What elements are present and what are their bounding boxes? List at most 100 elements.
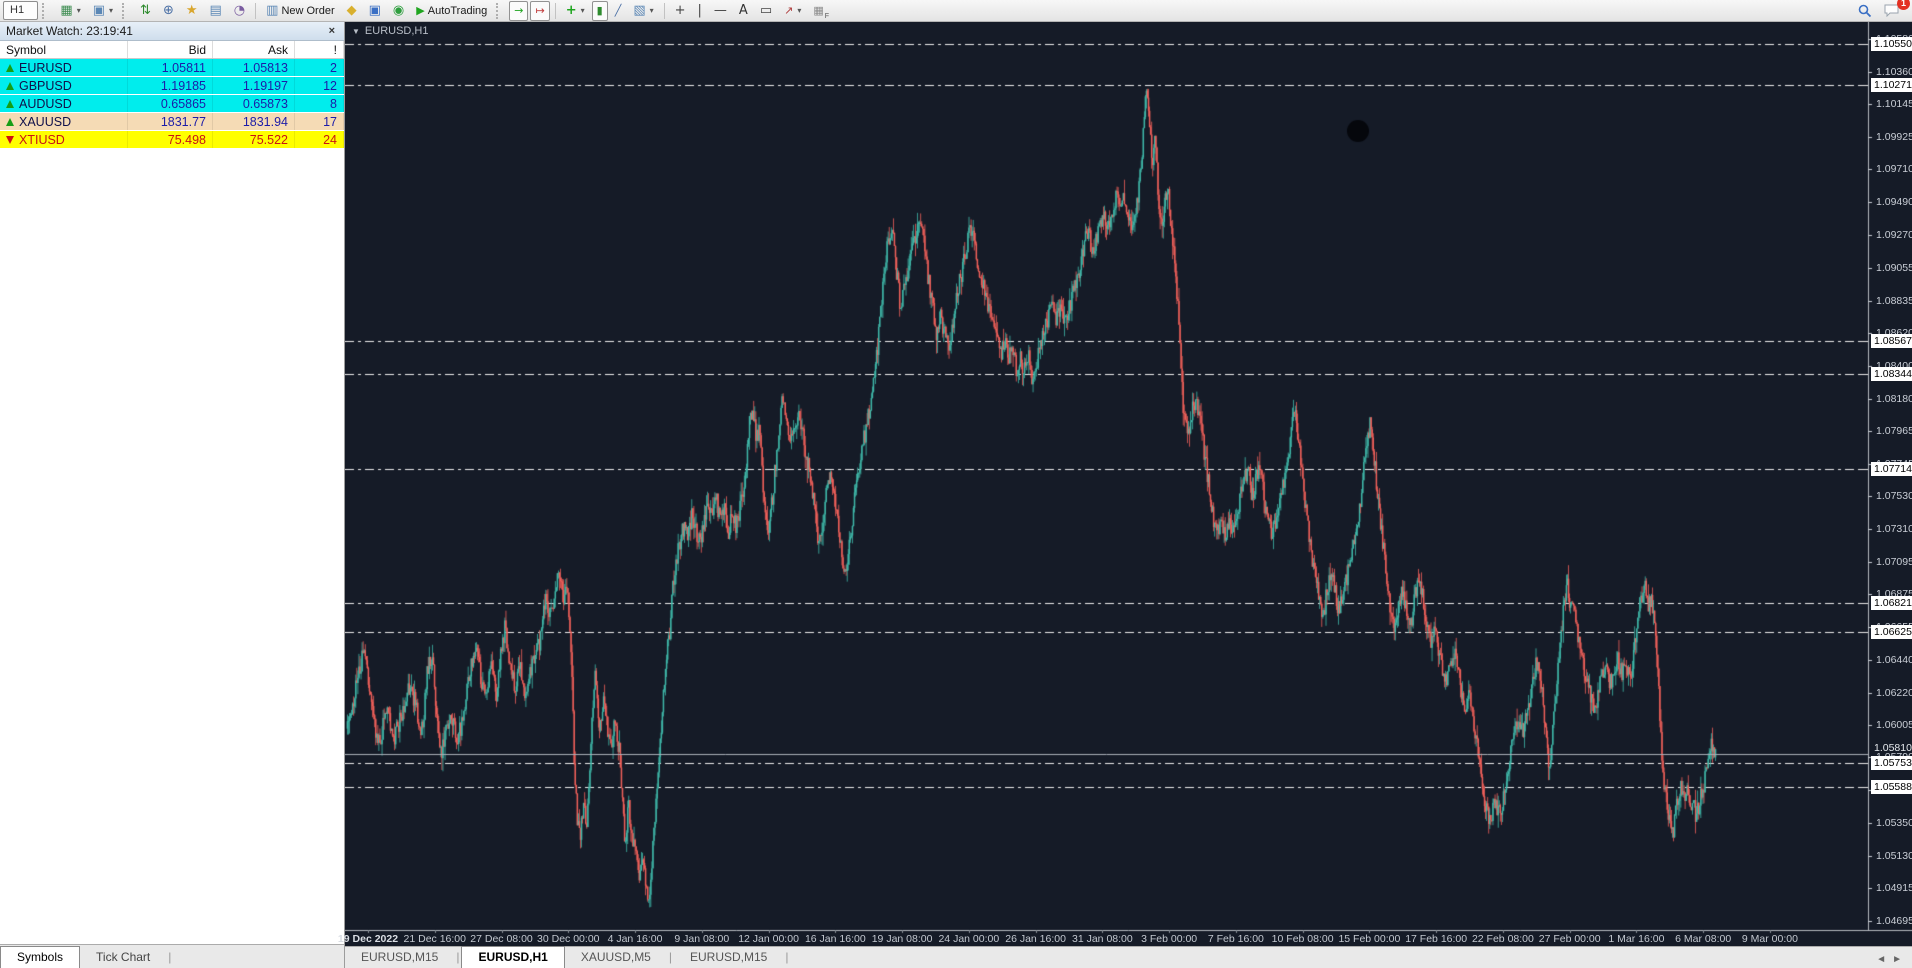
- text-tool-button[interactable]: A: [734, 1, 753, 21]
- market-watch-toggle-button[interactable]: ⇅: [135, 1, 156, 21]
- tab-separator: |: [668, 950, 672, 964]
- navigator-button[interactable]: ★: [181, 1, 203, 21]
- time-tick-label: 7 Feb 16:00: [1207, 933, 1264, 945]
- vps-monitor-icon: ▣: [368, 2, 381, 18]
- new-chart-button[interactable]: ▦ ▾: [55, 1, 85, 21]
- auto-scroll-icon: →: [514, 3, 524, 17]
- notifications-button[interactable]: 1: [1879, 0, 1910, 21]
- price-level-badge: 1.05588: [1871, 780, 1912, 795]
- rectangle-icon: ▭: [759, 2, 773, 18]
- autotrading-button[interactable]: ▶ AutoTrading: [411, 1, 492, 21]
- panel-tab-tick-chart[interactable]: Tick Chart: [80, 947, 166, 968]
- time-tick-label: 15 Feb 00:00: [1338, 933, 1401, 945]
- chart-tab-xauusd-m5[interactable]: XAUUSD,M5: [565, 947, 667, 968]
- time-tick-label: 12 Jan 00:00: [738, 933, 799, 945]
- strategy-tester-icon: ◔: [233, 2, 246, 18]
- new-chart-icon: ▦: [60, 2, 73, 18]
- terminal-button[interactable]: ▤: [205, 1, 227, 21]
- horizontal-line-button[interactable]: —: [709, 1, 732, 21]
- tab-scroll-next-icon[interactable]: ►: [1892, 954, 1902, 965]
- price-tick-label: 1.08835: [1876, 294, 1912, 307]
- time-tick-label: 27 Feb 00:00: [1538, 933, 1601, 945]
- chevron-down-icon: ▾: [109, 6, 114, 15]
- toolbar-grip[interactable]: [496, 2, 505, 19]
- price-chart-canvas[interactable]: [345, 22, 1912, 946]
- market-watch-header: Symbol Bid Ask!: [0, 41, 344, 59]
- news-signal-icon: ◉: [392, 2, 405, 18]
- time-tick-label: 19 Dec 2022: [337, 933, 399, 945]
- arrows-tool-button[interactable]: ↗ ▾: [779, 1, 806, 21]
- chart-symbol-label[interactable]: ▼ EURUSD,H1: [352, 25, 429, 37]
- arrows-tool-icon: ↗: [784, 3, 794, 17]
- crosshair-button[interactable]: +: [670, 1, 691, 21]
- rectangle-tool-button[interactable]: ▭: [755, 1, 777, 21]
- autotrading-play-icon: ▶: [416, 3, 425, 17]
- toolbar-grip[interactable]: [42, 2, 51, 19]
- indicators-button[interactable]: + ▾: [561, 1, 590, 21]
- price-tick-label: 1.06005: [1876, 718, 1912, 731]
- strategy-tester-button[interactable]: ◔: [229, 1, 250, 21]
- toolbar-separator: [663, 2, 665, 19]
- timeframe-button-h1[interactable]: H1: [3, 1, 39, 20]
- news-button[interactable]: ◉: [388, 1, 409, 21]
- chart-tab-eurusd-m15[interactable]: EURUSD,M15: [345, 947, 454, 968]
- bid-value: 1831.77: [128, 113, 213, 130]
- arrow-up-icon: [6, 63, 14, 72]
- column-header-spread: !: [295, 41, 344, 58]
- market-watch-row-audusd[interactable]: AUDUSD 0.65865 0.65873 8: [0, 95, 344, 113]
- candlestick-chart-button[interactable]: ▮: [591, 0, 608, 21]
- new-order-icon: ▥: [266, 2, 279, 18]
- bid-value: 1.19185: [128, 77, 213, 94]
- time-tick-label: 16 Jan 16:00: [804, 933, 866, 945]
- chevron-down-icon: ▾: [76, 6, 81, 15]
- price-tick-label: 1.04695: [1876, 915, 1912, 928]
- vertical-line-icon: |: [697, 2, 702, 18]
- chart-profiles-button[interactable]: ▣ ▾: [88, 1, 118, 21]
- vps-button[interactable]: ▣: [364, 1, 386, 21]
- notification-badge: 1: [1897, 0, 1910, 10]
- chart-shift-button[interactable]: ↦: [530, 0, 550, 21]
- market-watch-row-xauusd[interactable]: XAUUSD 1831.77 1831.94 17: [0, 113, 344, 131]
- panel-tab-symbols[interactable]: Symbols: [0, 946, 81, 968]
- chart-tab-eurusd-m15[interactable]: EURUSD,M15: [674, 947, 783, 968]
- metaeditor-button[interactable]: ◆: [342, 1, 362, 21]
- market-watch-panel: Market Watch: 23:19:41 × Symbol Bid Ask! E…: [0, 22, 344, 968]
- line-chart-button[interactable]: ╱: [610, 1, 627, 21]
- tab-scroll-prev-icon[interactable]: ◄: [1876, 954, 1886, 965]
- time-tick-label: 19 Jan 08:00: [871, 933, 933, 945]
- ask-value: 1831.94: [213, 113, 295, 130]
- vertical-line-button[interactable]: |: [693, 1, 707, 21]
- navigator-star-icon: ★: [185, 2, 198, 18]
- search-button[interactable]: [1853, 1, 1877, 21]
- price-tick-label: 1.10360: [1876, 66, 1912, 78]
- spread-value: 8: [295, 95, 344, 112]
- auto-scroll-button[interactable]: →: [509, 0, 529, 21]
- time-tick-label: 9 Mar 00:00: [1741, 933, 1798, 945]
- new-order-button[interactable]: ▥ New Order: [261, 1, 339, 21]
- price-tick-label: 1.06220: [1876, 686, 1912, 699]
- market-watch-row-eurusd[interactable]: EURUSD 1.05811 1.05813 2: [0, 59, 344, 77]
- grid-icon: ▦: [813, 3, 824, 17]
- ask-value: 1.19197: [213, 77, 295, 94]
- market-watch-row-gbpusd[interactable]: GBPUSD 1.19185 1.19197 12: [0, 77, 344, 95]
- toolbar-grip[interactable]: [122, 2, 131, 19]
- foreground-chart-button[interactable]: ▦ F: [808, 1, 834, 21]
- price-tick-label: 1.07310: [1876, 523, 1912, 536]
- tab-scroll-nav: ◄ ►: [1866, 951, 1912, 968]
- market-watch-tabs: Symbols Tick Chart |: [0, 944, 344, 968]
- data-window-button[interactable]: ⊕: [158, 1, 179, 21]
- templates-button[interactable]: ▧ ▾: [628, 1, 658, 21]
- time-tick-label: 10 Feb 08:00: [1271, 933, 1334, 945]
- spread-value: 17: [295, 113, 344, 130]
- templates-icon: ▧: [633, 2, 646, 18]
- price-tick-label: 1.06440: [1876, 653, 1912, 666]
- market-watch-row-xtiusd[interactable]: XTIUSD 75.498 75.522 24: [0, 131, 344, 149]
- time-tick-label: 17 Feb 16:00: [1405, 933, 1468, 945]
- data-window-icon: ⊕: [162, 2, 174, 18]
- symbol-name: XAUUSD: [19, 114, 72, 129]
- line-chart-icon: ╱: [614, 3, 622, 17]
- price-level-badge: 1.06625: [1871, 624, 1912, 639]
- close-icon[interactable]: ×: [326, 25, 338, 37]
- chart-tab-eurusd-h1[interactable]: EURUSD,H1: [461, 946, 565, 968]
- current-price-label: 1.05810: [1874, 742, 1912, 755]
